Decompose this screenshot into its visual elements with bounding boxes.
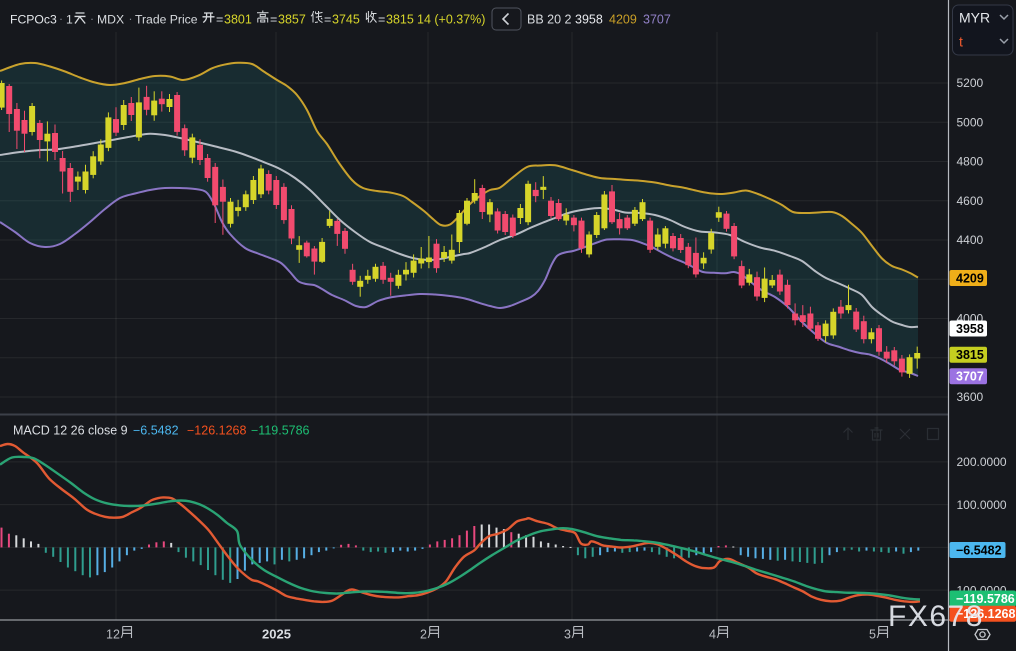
svg-text:−6.5482: −6.5482 <box>133 424 179 438</box>
svg-text:·: · <box>129 12 133 26</box>
svg-text:FCPOc3: FCPOc3 <box>10 13 57 27</box>
svg-text:3958: 3958 <box>956 322 984 336</box>
svg-text:t: t <box>959 34 963 50</box>
svg-text:2: 2 <box>420 628 427 642</box>
svg-text:3857: 3857 <box>278 13 306 27</box>
svg-text:4400: 4400 <box>957 233 984 247</box>
svg-text:=: = <box>324 13 331 27</box>
svg-text:3707: 3707 <box>956 370 984 384</box>
svg-text:4600: 4600 <box>957 194 984 208</box>
svg-text:3815: 3815 <box>386 13 414 27</box>
svg-text:4800: 4800 <box>957 155 984 169</box>
svg-text:MYR: MYR <box>959 10 990 26</box>
svg-text:3: 3 <box>564 628 571 642</box>
svg-text:100.0000: 100.0000 <box>957 498 1007 512</box>
svg-text:3745: 3745 <box>332 13 360 27</box>
svg-text:=: = <box>270 13 277 27</box>
svg-text:Trade Price: Trade Price <box>135 13 198 27</box>
svg-text:12: 12 <box>106 628 120 642</box>
svg-text:3801: 3801 <box>224 13 252 27</box>
svg-text:·: · <box>59 12 63 26</box>
svg-text:FX678: FX678 <box>888 600 984 633</box>
svg-text:3600: 3600 <box>957 390 984 404</box>
svg-text:3815: 3815 <box>956 348 984 362</box>
svg-text:1: 1 <box>66 13 73 27</box>
svg-text:·: · <box>90 12 94 26</box>
svg-text:5: 5 <box>869 628 876 642</box>
svg-text:4209: 4209 <box>956 271 984 285</box>
svg-text:5200: 5200 <box>957 76 984 90</box>
svg-text:−119.5786: −119.5786 <box>251 424 310 438</box>
svg-text:3707: 3707 <box>643 13 671 27</box>
svg-text:−6.5482: −6.5482 <box>956 543 1002 557</box>
svg-text:4: 4 <box>709 628 716 642</box>
svg-text:3958: 3958 <box>575 13 603 27</box>
svg-text:=: = <box>378 13 385 27</box>
svg-text:200.0000: 200.0000 <box>957 455 1007 469</box>
svg-text:BB 20 2: BB 20 2 <box>527 13 572 27</box>
svg-text:=: = <box>216 13 223 27</box>
svg-text:4209: 4209 <box>609 13 637 27</box>
svg-text:MACD 12 26 close 9: MACD 12 26 close 9 <box>13 424 128 438</box>
svg-text:−126.1268: −126.1268 <box>187 424 246 438</box>
svg-text:5000: 5000 <box>957 116 984 130</box>
svg-text:14 (+0.37%): 14 (+0.37%) <box>417 13 485 27</box>
svg-text:2025: 2025 <box>262 627 291 642</box>
svg-text:MDX: MDX <box>97 13 124 27</box>
